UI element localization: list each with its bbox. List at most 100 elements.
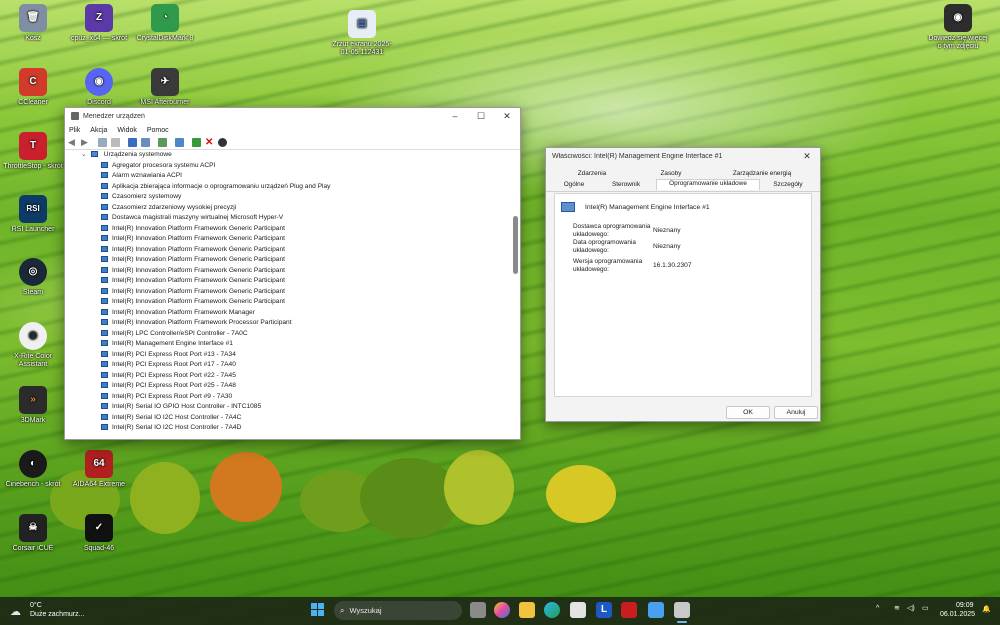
device-item[interactable]: Intel(R) Innovation Platform Framework G…: [101, 245, 520, 256]
device-item[interactable]: Intel(R) Serial IO GPIO Host Controller …: [101, 402, 520, 413]
vertical-scrollbar[interactable]: [513, 154, 518, 437]
desktop-icon-aida64[interactable]: 64 AIDA64 Extreme: [68, 450, 130, 489]
desktop-icon-cinebench[interactable]: ◐ Cinebench - skrót: [2, 450, 64, 489]
clock-date[interactable]: 06.01.2025: [940, 611, 975, 618]
weather-widget[interactable]: ☁ 0°C Duże zachmurz...: [10, 602, 100, 620]
device-item[interactable]: Czasomierz zdarzeniowy wysokiej precyzji: [101, 203, 520, 214]
list-view-icon[interactable]: [111, 138, 120, 147]
taskbar-search[interactable]: ⌕ Wyszukaj: [334, 601, 462, 620]
back-arrow-icon[interactable]: ◀: [68, 138, 77, 147]
desktop-icon-ccleaner[interactable]: C CCleaner: [2, 68, 64, 107]
start-button[interactable]: [311, 603, 325, 617]
menu-item-help[interactable]: Pomoc: [147, 127, 169, 134]
notification-bell-icon[interactable]: 🔔: [982, 605, 991, 613]
dialog-close-button[interactable]: ✕: [794, 148, 820, 164]
category-system-devices[interactable]: ⌄ Urządzenia systemowe: [81, 150, 520, 161]
desktop-icon-msi-afterburner[interactable]: ✈ MSI Afterburner: [134, 68, 196, 107]
tab-power-management[interactable]: Zarządzanie energią: [718, 170, 806, 177]
chevron-down-icon[interactable]: ⌄: [81, 150, 89, 161]
device-item[interactable]: Intel(R) LPC Controller/eSPI Controller …: [101, 329, 520, 340]
uninstall-x-icon[interactable]: ✕: [205, 138, 214, 148]
desktop-icon-steam[interactable]: ◎ Steam: [2, 258, 64, 297]
wifi-icon[interactable]: ≋: [894, 604, 900, 612]
desktop-icon-learn-more[interactable]: ◉ Dowiedz się więcej o tym zdjęciu: [926, 4, 990, 51]
tab-driver[interactable]: Sterownik: [604, 181, 648, 188]
details-icon[interactable]: [141, 138, 150, 147]
tab-firmware[interactable]: Oprogramowanie układowe: [656, 179, 760, 190]
desktop-icon-corsair[interactable]: ☠ Corsair iCUE: [2, 514, 64, 553]
desktop-icon-3dmark[interactable]: » 3DMark: [2, 386, 64, 425]
properties-view-icon[interactable]: [98, 138, 107, 147]
battery-icon[interactable]: ▭: [922, 604, 929, 612]
device-item[interactable]: Intel(R) Innovation Platform Framework G…: [101, 255, 520, 266]
scrollbar-thumb[interactable]: [513, 216, 518, 274]
device-manager-titlebar[interactable]: Menedżer urządzeń – ☐ ✕: [65, 108, 520, 124]
device-item[interactable]: Agregator procesora systemu ACPI: [101, 161, 520, 172]
close-button[interactable]: ✕: [494, 108, 520, 124]
l-app-icon[interactable]: L: [596, 602, 612, 618]
image-file-icon: ▤: [348, 10, 376, 38]
device-item[interactable]: Intel(R) Innovation Platform Framework G…: [101, 297, 520, 308]
copilot-icon[interactable]: [494, 602, 510, 618]
tab-events[interactable]: Zdarzenia: [564, 170, 620, 177]
tab-details[interactable]: Szczegóły: [768, 181, 808, 188]
desktop-icon-cpuz[interactable]: Z cpuz_x64 — skrót: [68, 4, 130, 43]
device-item[interactable]: Intel(R) PCI Express Root Port #17 - 7A4…: [101, 360, 520, 371]
desktop-icon-squad[interactable]: ✓ Squad-46: [68, 514, 130, 553]
chevron-up-icon[interactable]: ^: [876, 605, 879, 612]
device-item[interactable]: Dostawca magistrali maszyny wirtualnej M…: [101, 213, 520, 224]
edge-icon[interactable]: [544, 602, 560, 618]
device-item[interactable]: Alarm wznawiania ACPI: [101, 171, 520, 182]
device-item[interactable]: Intel(R) Innovation Platform Framework M…: [101, 308, 520, 319]
device-item[interactable]: Intel(R) Innovation Platform Framework G…: [101, 266, 520, 277]
system-device-icon: [101, 382, 108, 388]
desktop-icon-discord[interactable]: ◉ Discord: [68, 68, 130, 107]
minimize-button[interactable]: –: [442, 108, 468, 124]
clock-time[interactable]: 09:09: [956, 602, 974, 609]
ok-button[interactable]: OK: [726, 406, 770, 419]
menu-item-file[interactable]: Plik: [69, 127, 80, 134]
device-item[interactable]: Intel(R) Management Engine Interface #1: [101, 339, 520, 350]
device-item[interactable]: Intel(R) Innovation Platform Framework P…: [101, 318, 520, 329]
device-item[interactable]: Aplikacja zbierająca informacje o oprogr…: [101, 182, 520, 193]
desktop-icon-throttlestop[interactable]: T ThrottleStop - skrót: [2, 132, 64, 171]
device-item[interactable]: Intel(R) Innovation Platform Framework G…: [101, 224, 520, 235]
microsoft-store-icon[interactable]: [570, 602, 586, 618]
file-explorer-icon[interactable]: [519, 602, 535, 618]
desktop-icon-rsi-launcher[interactable]: RSI RSI Launcher: [2, 195, 64, 234]
mcafee-icon[interactable]: [621, 602, 637, 618]
maximize-button[interactable]: ☐: [468, 108, 494, 124]
device-item[interactable]: Intel(R) Innovation Platform Framework G…: [101, 276, 520, 287]
volume-icon[interactable]: ◁): [907, 604, 915, 612]
pen-app-icon[interactable]: [648, 602, 664, 618]
menu-item-action[interactable]: Akcja: [90, 127, 107, 134]
tab-general[interactable]: Ogólne: [556, 181, 592, 188]
device-item[interactable]: Czasomierz systemowy: [101, 192, 520, 203]
task-view-icon[interactable]: [470, 602, 486, 618]
dialog-titlebar[interactable]: Właściwości: Intel(R) Management Engine …: [546, 148, 820, 164]
system-device-icon: [101, 413, 108, 420]
device-item[interactable]: Intel(R) PCI Express Root Port #22 - 7A4…: [101, 371, 520, 382]
device-item[interactable]: Intel(R) Innovation Platform Framework G…: [101, 234, 520, 245]
cancel-button[interactable]: Anuluj: [774, 406, 818, 419]
menu-item-view[interactable]: Widok: [117, 127, 136, 134]
download-icon[interactable]: [218, 138, 227, 147]
device-item[interactable]: Intel(R) Innovation Platform Framework G…: [101, 287, 520, 298]
desktop-icon-xrite[interactable]: ◍ X-Rite Color Assistant: [2, 322, 64, 369]
update-driver-icon[interactable]: [192, 138, 201, 147]
device-manager-taskbar-icon[interactable]: [674, 602, 690, 618]
system-device-icon: [101, 371, 108, 378]
forward-arrow-icon[interactable]: ▶: [81, 138, 90, 147]
device-item[interactable]: Intel(R) Serial IO I2C Host Controller -…: [101, 423, 520, 434]
device-item[interactable]: Intel(R) PCI Express Root Port #13 - 7A3…: [101, 350, 520, 361]
tab-resources[interactable]: Zasoby: [646, 170, 696, 177]
device-item[interactable]: Intel(R) PCI Express Root Port #25 - 7A4…: [101, 381, 520, 392]
device-item[interactable]: Intel(R) PCI Express Root Port #9 - 7A30: [101, 392, 520, 403]
desktop-icon-crystaldiskmark[interactable]: ◔ CrystalDiskMark 8: [134, 4, 196, 43]
help-icon[interactable]: [128, 138, 137, 147]
scan-hardware-icon[interactable]: [158, 138, 167, 147]
monitor-icon[interactable]: [175, 138, 184, 147]
desktop-icon-screenshot[interactable]: ▤ Zrzut ekranu 2025-01-05 112431: [331, 10, 393, 57]
desktop-icon-recycle-bin[interactable]: 🗑 Kosz: [2, 4, 64, 43]
device-item[interactable]: Intel(R) Serial IO I2C Host Controller -…: [101, 413, 520, 424]
